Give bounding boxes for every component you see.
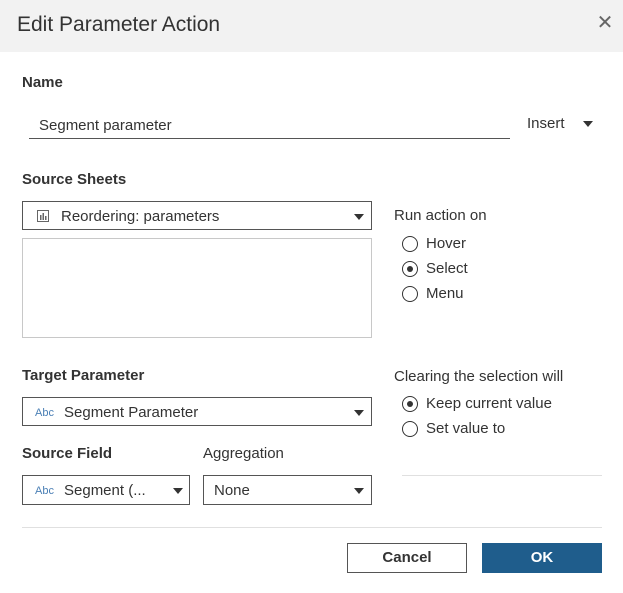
- insert-dropdown[interactable]: Insert: [527, 115, 593, 132]
- ok-button[interactable]: OK: [482, 543, 602, 573]
- clearing-label: Clearing the selection will: [394, 368, 564, 385]
- source-sheets-label: Source Sheets: [22, 171, 127, 188]
- cancel-button[interactable]: Cancel: [347, 543, 467, 573]
- radio-select-label: Select: [426, 260, 468, 277]
- radio-hover-label: Hover: [426, 235, 467, 252]
- radio-menu-label: Menu: [426, 285, 464, 302]
- target-parameter-label: Target Parameter: [22, 367, 145, 384]
- radio-keep-label: Keep current value: [426, 395, 552, 412]
- source-field-dropdown[interactable]: Abc Segment (...: [22, 475, 190, 505]
- source-field-selected: Segment (...: [64, 482, 146, 499]
- source-sheets-list[interactable]: [22, 238, 372, 338]
- footer-divider: [22, 527, 602, 528]
- close-icon[interactable]: ✕: [594, 12, 616, 34]
- radio-set-value-to[interactable]: [402, 421, 418, 437]
- source-sheets-dropdown[interactable]: Reordering: parameters: [22, 201, 372, 230]
- string-type-icon: Abc: [35, 485, 54, 497]
- dialog-title: Edit Parameter Action: [17, 13, 221, 36]
- sheet-bar-chart-icon: [37, 210, 49, 222]
- caret-down-icon: [583, 121, 593, 127]
- target-parameter-dropdown[interactable]: Abc Segment Parameter: [22, 397, 372, 426]
- radio-keep-current-value[interactable]: [402, 396, 418, 412]
- caret-down-icon: [354, 214, 364, 220]
- insert-label: Insert: [527, 115, 565, 132]
- string-type-icon: Abc: [35, 407, 54, 419]
- caret-down-icon: [173, 488, 183, 494]
- name-label: Name: [22, 74, 63, 91]
- source-sheets-selected: Reordering: parameters: [61, 208, 220, 225]
- radio-hover[interactable]: [402, 236, 418, 252]
- aggregation-selected: None: [214, 482, 250, 499]
- source-field-label: Source Field: [22, 445, 113, 462]
- name-input[interactable]: [29, 112, 510, 139]
- set-value-underline: [402, 475, 602, 476]
- aggregation-dropdown[interactable]: None: [203, 475, 372, 505]
- radio-menu[interactable]: [402, 286, 418, 302]
- run-action-label: Run action on: [394, 207, 487, 224]
- target-parameter-selected: Segment Parameter: [64, 404, 199, 421]
- aggregation-label: Aggregation: [203, 445, 284, 462]
- caret-down-icon: [354, 488, 364, 494]
- radio-set-value-label: Set value to: [426, 420, 506, 437]
- caret-down-icon: [354, 410, 364, 416]
- radio-select[interactable]: [402, 261, 418, 277]
